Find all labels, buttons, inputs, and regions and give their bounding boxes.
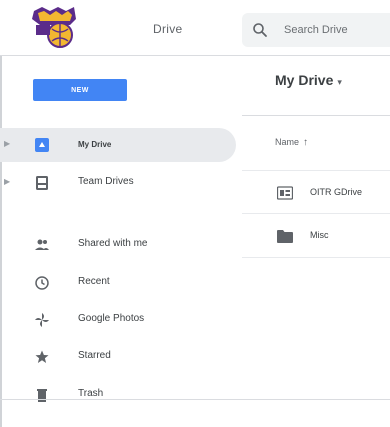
location-title: My Drive — [275, 72, 334, 88]
sidebar-item-label: Google Photos — [78, 313, 145, 324]
sort-arrow-icon[interactable]: ↑ — [303, 137, 308, 148]
app-name[interactable]: Drive — [153, 22, 183, 36]
sidebar-item-label: Shared with me — [78, 238, 148, 249]
search-bar[interactable] — [242, 13, 390, 47]
sidebar-item-label: Starred — [78, 350, 111, 361]
sidebar-item-label: My Drive — [78, 140, 112, 149]
sidebar-item-my-drive[interactable]: ▶ My Drive — [0, 128, 236, 162]
search-input[interactable] — [284, 21, 390, 39]
file-name: OITR GDrive — [310, 187, 363, 197]
folder-icon — [277, 230, 293, 243]
star-icon — [35, 350, 49, 363]
sidebar-item-label: Team Drives — [78, 176, 134, 187]
expand-arrow-icon[interactable]: ▶ — [4, 177, 10, 186]
my-drive-icon — [35, 138, 49, 152]
sidebar-item-shared-with-me[interactable]: Shared with me — [0, 228, 236, 262]
file-row[interactable]: Misc — [242, 214, 390, 258]
file-row[interactable]: OITR GDrive — [242, 170, 390, 214]
sidebar-item-team-drives[interactable]: ▶ Team Drives — [0, 166, 236, 200]
team-drives-icon — [36, 176, 48, 190]
name-column-header[interactable]: Name ↑ — [275, 137, 308, 148]
sidebar-item-label: Recent — [78, 276, 110, 287]
expand-arrow-icon[interactable]: ▶ — [4, 139, 10, 148]
shared-folder-icon — [277, 186, 293, 200]
sidebar-item-trash[interactable]: Trash — [0, 378, 236, 412]
location-dropdown[interactable]: My Drive ▾ — [275, 66, 342, 94]
chevron-down-icon: ▾ — [337, 77, 342, 87]
sidebar-item-label: Trash — [78, 388, 104, 399]
toolbar-divider — [242, 115, 390, 116]
university-logo[interactable] — [30, 5, 80, 49]
drive-window: Drive NEW My Drive▾ ▶ My Drive ▶ — [0, 0, 390, 427]
shared-with-me-icon — [35, 239, 49, 250]
sidebar-item-google-photos[interactable]: Google Photos — [0, 303, 236, 337]
pinwheel-icon — [35, 313, 49, 327]
sidebar-item-recent[interactable]: Recent — [0, 266, 236, 300]
column-label: Name — [275, 137, 300, 147]
new-button[interactable]: NEW — [33, 79, 127, 101]
file-name: Misc — [310, 230, 329, 240]
trash-icon — [37, 389, 47, 402]
window-bottom-border — [0, 399, 390, 400]
top-bar: Drive — [0, 0, 390, 56]
sidebar-item-starred[interactable]: Starred — [0, 340, 236, 374]
clock-icon — [35, 276, 49, 290]
search-icon[interactable] — [252, 22, 268, 38]
